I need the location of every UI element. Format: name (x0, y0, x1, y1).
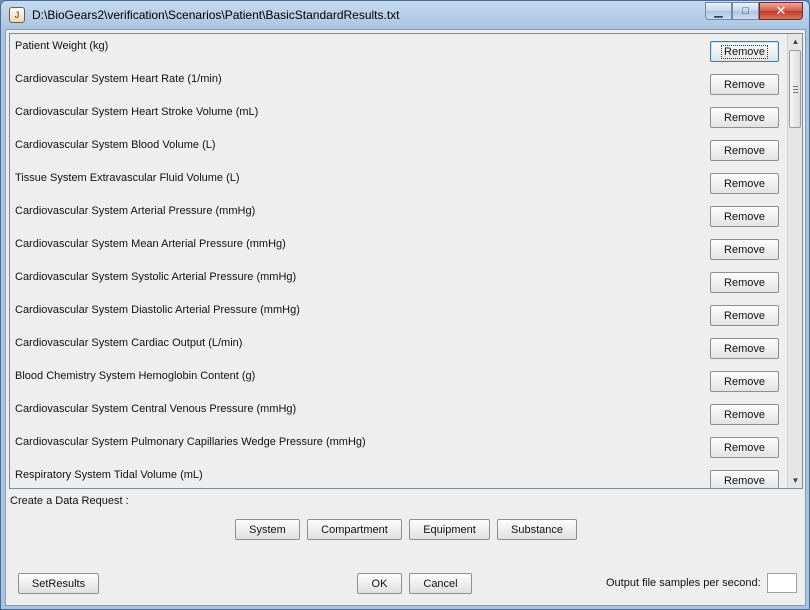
list-item: Respiratory System Tidal Volume (mL) Rem… (10, 463, 788, 488)
scroll-down-arrow-icon[interactable]: ▼ (788, 473, 802, 488)
remove-button[interactable]: Remove (710, 404, 779, 425)
list-item: Blood Chemistry System Hemoglobin Conten… (10, 364, 788, 397)
window-title: D:\BioGears2\verification\Scenarios\Pati… (32, 8, 400, 22)
request-label: Cardiovascular System Systolic Arterial … (15, 271, 297, 283)
remove-button[interactable]: Remove (710, 239, 779, 260)
list-item: Patient Weight (kg) Remove (10, 34, 788, 67)
create-data-request-label: Create a Data Request : (10, 495, 129, 507)
dialog-content: Patient Weight (kg) Remove Cardiovascula… (5, 29, 806, 606)
remove-button[interactable]: Remove (710, 206, 779, 227)
samples-per-second-label: Output file samples per second: (606, 577, 761, 589)
list-item: Tissue System Extravascular Fluid Volume… (10, 166, 788, 199)
app-window: J D:\BioGears2\verification\Scenarios\Pa… (0, 0, 810, 610)
remove-button[interactable]: Remove (710, 272, 779, 293)
remove-button[interactable]: Remove (710, 74, 779, 95)
list-item: Cardiovascular System Pulmonary Capillar… (10, 430, 788, 463)
remove-button[interactable]: Remove (710, 470, 779, 488)
remove-button[interactable]: Remove (710, 338, 779, 359)
request-label: Cardiovascular System Arterial Pressure … (15, 205, 256, 217)
remove-button[interactable]: Remove (710, 41, 779, 62)
samples-per-second-input[interactable] (767, 573, 797, 593)
scroll-thumb[interactable] (789, 50, 801, 128)
set-results-button[interactable]: SetResults (18, 573, 99, 594)
java-app-icon: J (9, 7, 25, 23)
ok-button[interactable]: OK (357, 573, 402, 594)
request-label: Blood Chemistry System Hemoglobin Conten… (15, 370, 256, 382)
list-item: Cardiovascular System Cardiac Output (L/… (10, 331, 788, 364)
request-label: Cardiovascular System Diastolic Arterial… (15, 304, 300, 316)
minimize-icon: ▁ (714, 5, 723, 18)
list-item: Cardiovascular System Heart Rate (1/min)… (10, 67, 788, 100)
request-label: Cardiovascular System Cardiac Output (L/… (15, 337, 243, 349)
maximize-button[interactable]: □ (732, 2, 759, 20)
window-controls: ▁ □ ✕ (705, 2, 803, 20)
remove-button[interactable]: Remove (710, 437, 779, 458)
request-label: Cardiovascular System Mean Arterial Pres… (15, 238, 286, 250)
system-button[interactable]: System (235, 519, 300, 540)
remove-button[interactable]: Remove (710, 371, 779, 392)
remove-button[interactable]: Remove (710, 305, 779, 326)
request-label: Cardiovascular System Heart Rate (1/min) (15, 73, 222, 85)
close-icon: ✕ (775, 3, 787, 18)
list-item: Cardiovascular System Central Venous Pre… (10, 397, 788, 430)
data-request-list-panel: Patient Weight (kg) Remove Cardiovascula… (9, 33, 803, 489)
minimize-button[interactable]: ▁ (705, 2, 732, 20)
equipment-button[interactable]: Equipment (409, 519, 490, 540)
data-request-list: Patient Weight (kg) Remove Cardiovascula… (10, 34, 788, 488)
remove-button[interactable]: Remove (710, 107, 779, 128)
request-label: Patient Weight (kg) (15, 40, 109, 52)
request-label: Tissue System Extravascular Fluid Volume… (15, 172, 240, 184)
request-label: Cardiovascular System Blood Volume (L) (15, 139, 216, 151)
vertical-scrollbar[interactable]: ▲ ▼ (787, 34, 802, 488)
cancel-button[interactable]: Cancel (409, 573, 472, 594)
list-item: Cardiovascular System Mean Arterial Pres… (10, 232, 788, 265)
list-item: Cardiovascular System Arterial Pressure … (10, 199, 788, 232)
remove-button[interactable]: Remove (710, 140, 779, 161)
remove-button[interactable]: Remove (710, 173, 779, 194)
scroll-up-arrow-icon[interactable]: ▲ (788, 34, 802, 49)
maximize-icon: □ (742, 5, 749, 17)
list-item: Cardiovascular System Systolic Arterial … (10, 265, 788, 298)
title-bar[interactable]: J D:\BioGears2\verification\Scenarios\Pa… (1, 1, 809, 29)
list-item: Cardiovascular System Heart Stroke Volum… (10, 100, 788, 133)
close-button[interactable]: ✕ (759, 2, 803, 20)
request-label: Cardiovascular System Heart Stroke Volum… (15, 106, 259, 118)
request-label: Cardiovascular System Central Venous Pre… (15, 403, 297, 415)
list-item: Cardiovascular System Blood Volume (L) R… (10, 133, 788, 166)
grip-icon (793, 86, 798, 93)
substance-button[interactable]: Substance (497, 519, 577, 540)
compartment-button[interactable]: Compartment (307, 519, 402, 540)
list-item: Cardiovascular System Diastolic Arterial… (10, 298, 788, 331)
request-label: Respiratory System Tidal Volume (mL) (15, 469, 203, 481)
request-label: Cardiovascular System Pulmonary Capillar… (15, 436, 366, 448)
